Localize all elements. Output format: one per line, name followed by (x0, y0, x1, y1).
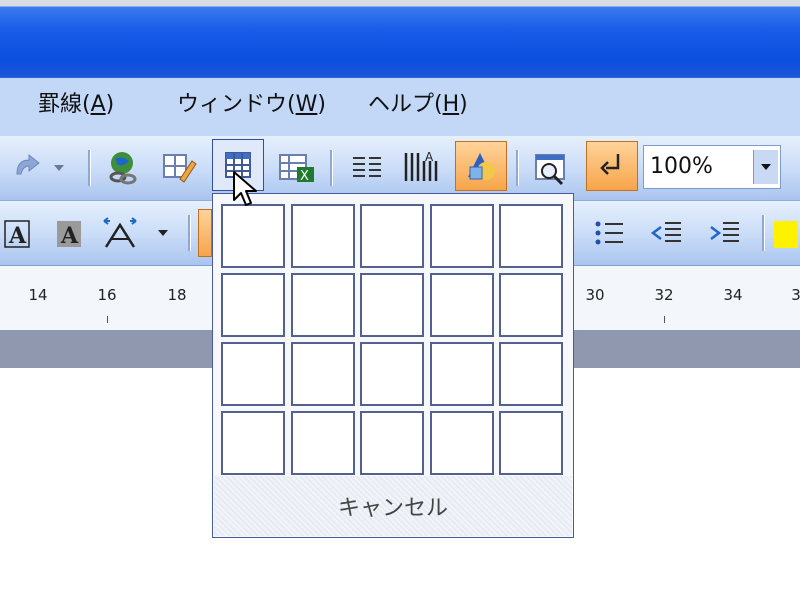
table-grid-cell[interactable] (429, 273, 494, 337)
svg-text:A: A (8, 223, 27, 249)
svg-text:A: A (60, 223, 79, 249)
cancel-label: キャンセル (337, 496, 448, 521)
svg-text:A: A (425, 150, 434, 164)
ruler-tick (107, 316, 108, 323)
menu-accelerator-key: A (90, 92, 106, 117)
table-grid-cell[interactable] (221, 342, 285, 406)
table-grid-cell[interactable] (221, 273, 285, 337)
toolbar-separator (330, 150, 333, 186)
ruler-label: 34 (723, 286, 743, 304)
table-grid-cell[interactable] (499, 342, 563, 406)
columns-icon[interactable] (344, 145, 390, 191)
character-shading-icon[interactable]: A (46, 210, 92, 256)
mouse-cursor-icon (233, 171, 257, 206)
menu-window[interactable]: ウィンドウ(W) (177, 90, 326, 120)
table-grid-cell[interactable] (429, 342, 494, 406)
insert-table-grid-popup: キャンセル (212, 193, 574, 538)
table-grid-cell[interactable] (429, 411, 494, 475)
cancel-button[interactable]: キャンセル (214, 476, 572, 536)
ruler-label: 30 (585, 286, 605, 304)
document-map-icon[interactable] (528, 145, 574, 191)
draw-table-icon[interactable] (156, 145, 202, 191)
table-grid-cell[interactable] (290, 411, 355, 475)
window-title-bar[interactable] (0, 0, 800, 78)
insert-excel-sheet-icon[interactable]: X (274, 145, 320, 191)
text-direction-icon[interactable]: A (398, 145, 444, 191)
menu-bar: 罫線(A) ウィンドウ(W) ヘルプ(H) (0, 78, 800, 136)
svg-text:X: X (300, 169, 309, 184)
menu-table[interactable]: 罫線(A) (38, 90, 114, 120)
highlight-icon[interactable] (770, 210, 800, 256)
table-grid-cell[interactable] (290, 273, 355, 337)
ruler-tick (664, 316, 665, 323)
redo-dropdown-icon[interactable] (44, 145, 74, 191)
hyperlink-icon[interactable] (100, 145, 146, 191)
show-hide-marks-button[interactable] (586, 141, 638, 191)
menu-help[interactable]: ヘルプ(H) (368, 90, 468, 120)
table-grid-cell[interactable] (360, 273, 424, 337)
character-border-icon[interactable]: A (0, 210, 38, 256)
menu-accelerator-key: W (295, 92, 318, 117)
table-grid-cell[interactable] (290, 342, 355, 406)
ruler-label: 14 (28, 286, 48, 304)
table-grid-cell[interactable] (221, 411, 285, 475)
decrease-indent-icon[interactable] (644, 210, 690, 256)
table-grid-cell[interactable] (290, 204, 355, 268)
increase-indent-icon[interactable] (702, 210, 748, 256)
ruler-label: 3 (791, 286, 800, 304)
ruler-label: 32 (654, 286, 674, 304)
ruler-label: 18 (167, 286, 187, 304)
ruler-label: 16 (97, 286, 117, 304)
character-scaling-icon[interactable] (100, 210, 146, 256)
table-grid-cell[interactable] (360, 411, 424, 475)
table-grid-cell[interactable] (429, 204, 494, 268)
toolbar-separator (762, 215, 765, 251)
toolbar-separator (516, 150, 519, 186)
toolbar-separator (88, 150, 91, 186)
table-grid-cell[interactable] (499, 273, 563, 337)
chevron-down-icon[interactable] (753, 150, 778, 184)
menu-accelerator-key: H (442, 92, 460, 117)
table-grid-cell[interactable] (499, 411, 563, 475)
alignment-button[interactable] (198, 209, 212, 257)
bullets-icon[interactable] (586, 210, 632, 256)
drawing-toolbar-button[interactable] (455, 141, 507, 191)
toolbar-separator (188, 215, 191, 251)
zoom-combobox[interactable]: 100% (643, 145, 781, 189)
table-grid-cell[interactable] (360, 204, 424, 268)
table-grid-cell[interactable] (360, 342, 424, 406)
table-grid-cell[interactable] (221, 204, 285, 268)
table-grid-cell[interactable] (499, 204, 563, 268)
zoom-value[interactable]: 100% (650, 150, 713, 184)
scaling-dropdown-icon[interactable] (148, 210, 178, 256)
